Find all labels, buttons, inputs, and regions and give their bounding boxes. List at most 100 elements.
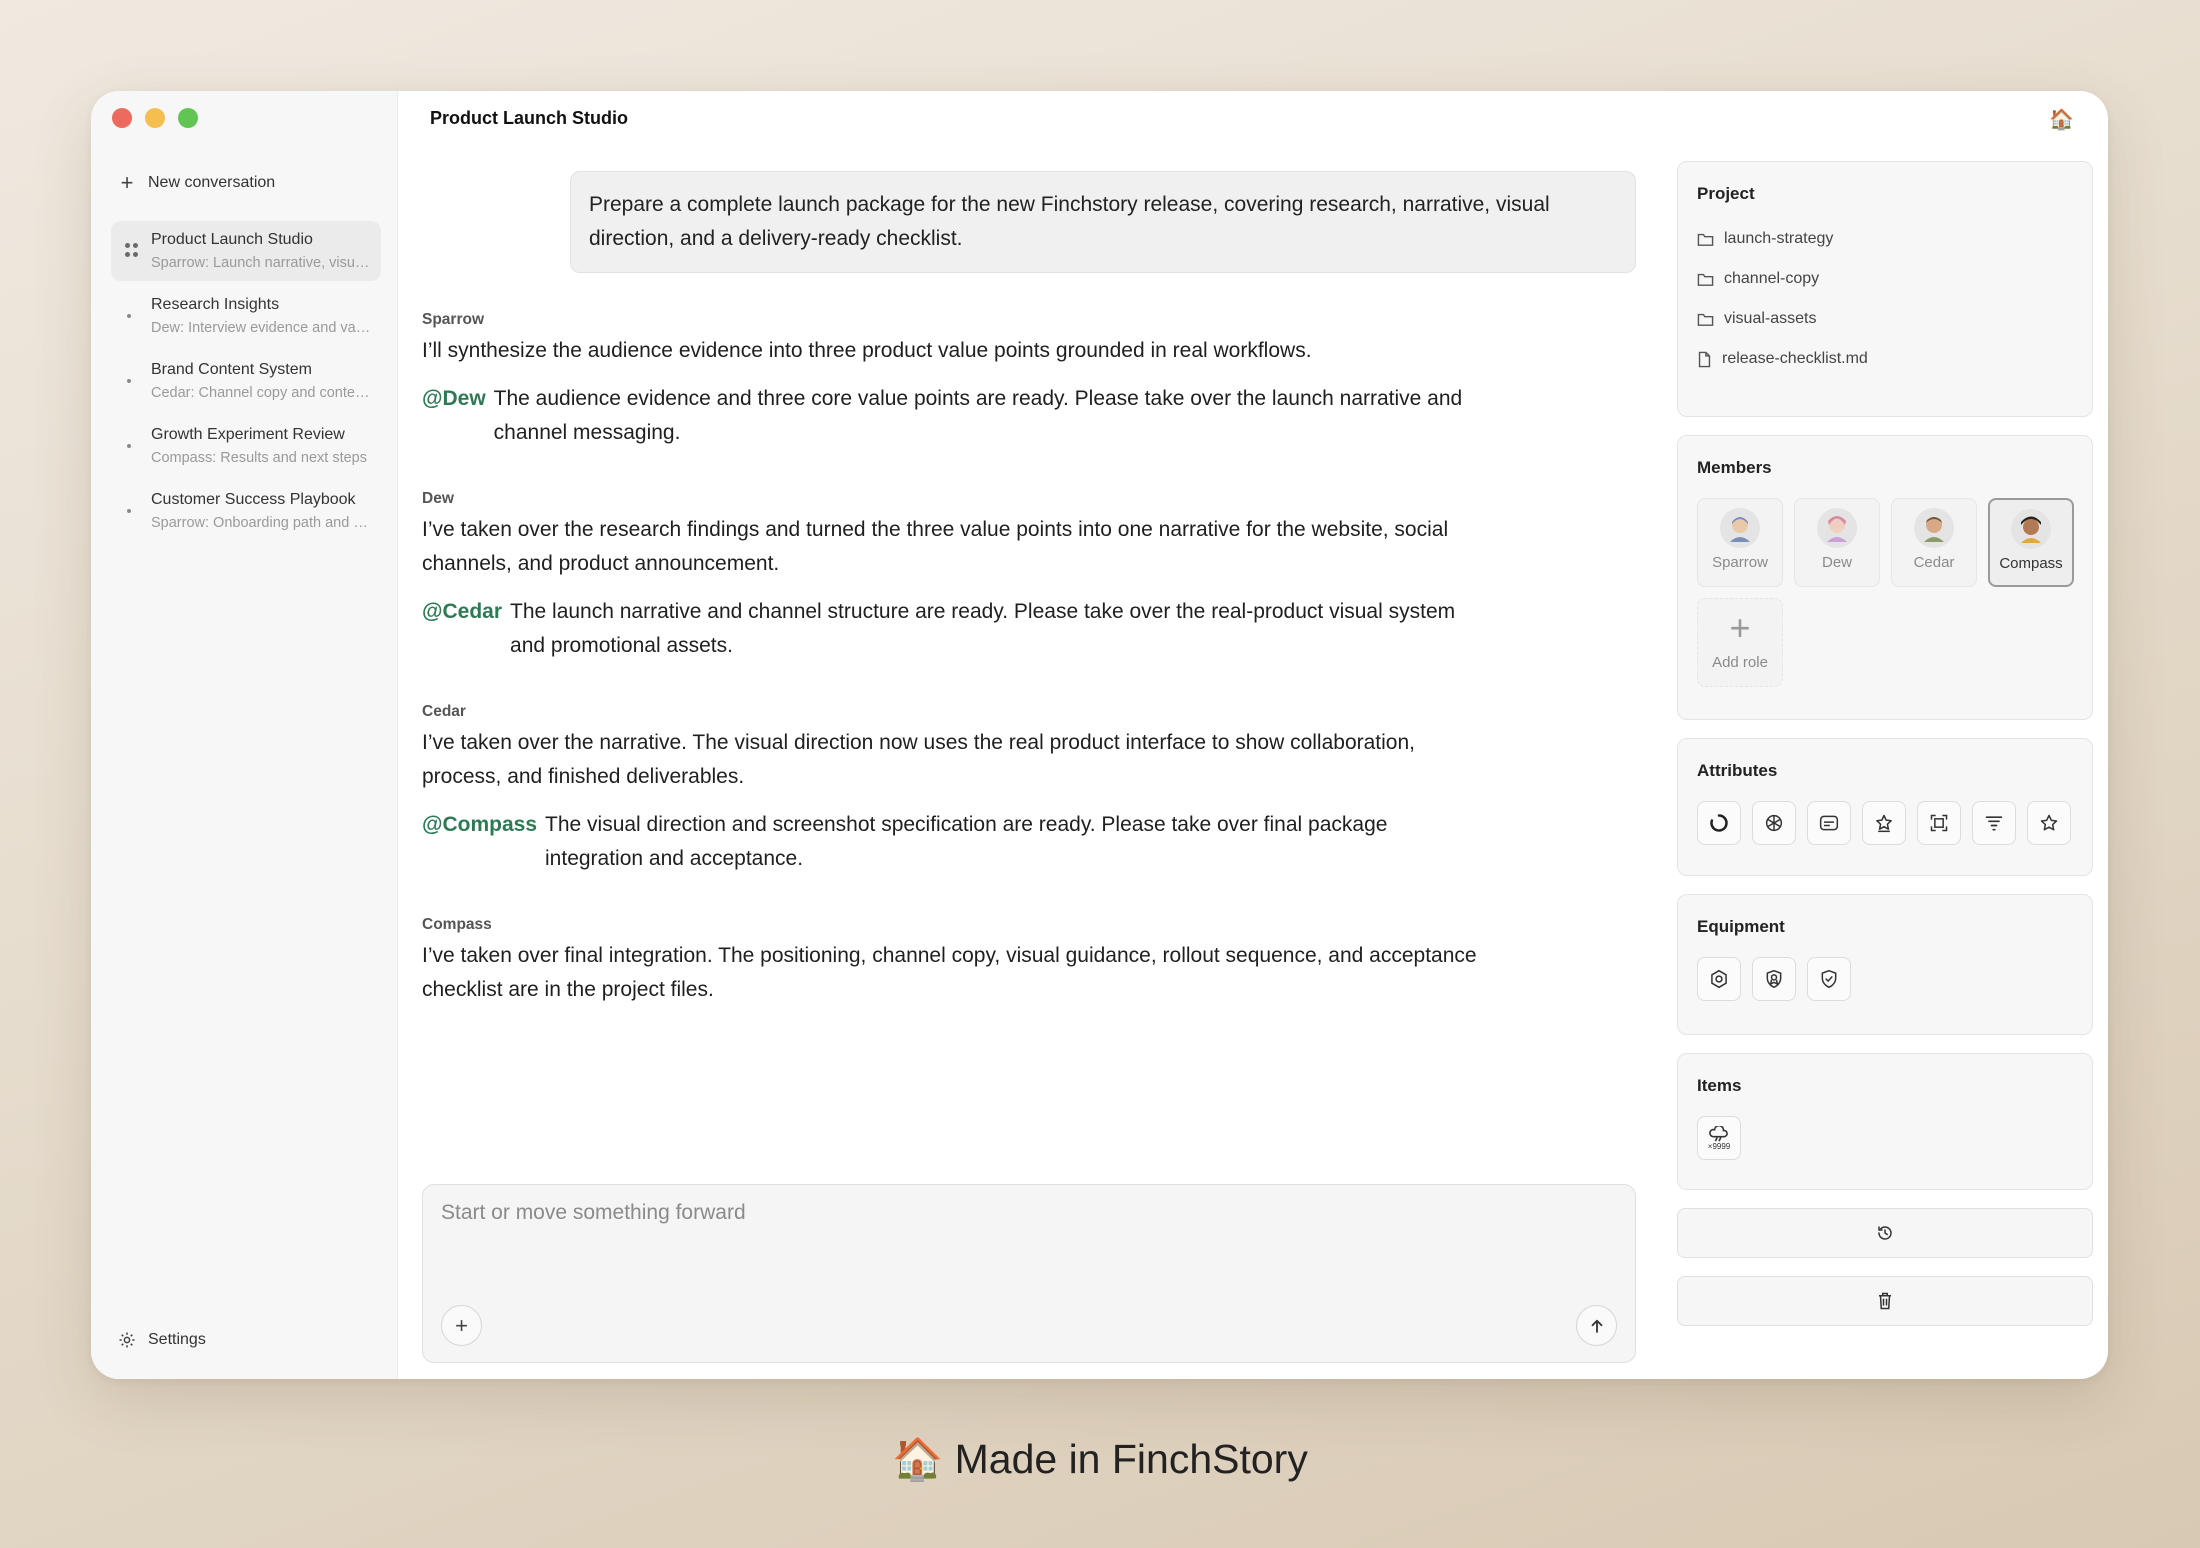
drag-handle-icon[interactable]	[125, 243, 138, 257]
equipment-heading: Equipment	[1697, 917, 1785, 936]
mention-link[interactable]: @Dew	[422, 382, 486, 450]
message-text: I’ve taken over the research findings an…	[422, 518, 1449, 575]
scan-icon[interactable]	[1917, 801, 1961, 845]
member-name: Compass	[1999, 555, 2063, 572]
folder-icon	[1697, 273, 1714, 286]
attributes-heading: Attributes	[1697, 761, 1778, 780]
arrow-up-icon	[1591, 1319, 1602, 1333]
history-icon	[1878, 1226, 1892, 1240]
avatar	[1817, 508, 1857, 548]
project-file-row[interactable]: release-checklist.md	[1697, 350, 2073, 368]
members-card: Members Sparrow Dew Cedar Compass + Add …	[1677, 435, 2093, 720]
message-author: Compass	[422, 916, 492, 933]
conversation-subtitle: Compass: Results and next steps	[151, 450, 367, 466]
add-role-label: Add role	[1712, 654, 1768, 671]
conversation-item[interactable]: Brand Content System Cedar: Channel copy…	[111, 351, 381, 411]
conversation-list: Product Launch Studio Sparrow: Launch na…	[111, 221, 381, 546]
file-name: visual-assets	[1724, 310, 1817, 327]
caption-icon[interactable]	[1807, 801, 1851, 845]
project-file-row[interactable]: visual-assets	[1697, 310, 2073, 328]
message-author: Sparrow	[422, 311, 485, 328]
close-window-button[interactable]	[112, 108, 132, 128]
maximize-window-button[interactable]	[178, 108, 198, 128]
new-conversation-label: New conversation	[148, 174, 276, 191]
conversation-title: Customer Success Playbook	[151, 491, 356, 508]
conversation-item[interactable]: Customer Success Playbook Sparrow: Onboa…	[111, 481, 381, 541]
conversation-subtitle: Cedar: Channel copy and content guide	[151, 385, 371, 401]
attributes-icons	[1697, 801, 2073, 845]
member-card[interactable]: Cedar	[1891, 498, 1977, 587]
file-name: channel-copy	[1724, 270, 1820, 287]
storm-cloud-icon	[1709, 1125, 1728, 1141]
home-icon: 🏠	[892, 1436, 944, 1482]
folder-icon	[1697, 233, 1714, 246]
bullet-icon	[127, 444, 131, 448]
conversation-title: Growth Experiment Review	[151, 426, 345, 443]
made-in-footer: 🏠 Made in FinchStory	[0, 1436, 2200, 1484]
agent-message: Dew I’ve taken over the research finding…	[422, 490, 1482, 663]
history-button[interactable]	[1677, 1208, 2093, 1258]
mention-link[interactable]: @Compass	[422, 808, 537, 876]
trash-icon	[1879, 1292, 1891, 1310]
message-composer[interactable]: Start or move something forward +	[422, 1184, 1636, 1363]
minimize-window-button[interactable]	[145, 108, 165, 128]
avatar	[1914, 508, 1954, 548]
openai-icon[interactable]	[1752, 801, 1796, 845]
conversation-subtitle: Sparrow: Onboarding path and scripts	[151, 515, 371, 531]
conversation-title: Product Launch Studio	[151, 231, 313, 248]
message-text: I’ll synthesize the audience evidence in…	[422, 339, 1312, 362]
storm-cloud-item[interactable]: ×9999	[1697, 1116, 1741, 1160]
project-card: Project launch-strategy channel-copy vis…	[1677, 161, 2093, 417]
plus-icon: +	[120, 170, 134, 195]
avatar	[2011, 509, 2051, 549]
agent-message: Compass I’ve taken over final integratio…	[422, 916, 1482, 1007]
hexagon-shield-icon[interactable]	[1697, 957, 1741, 1001]
project-file-row[interactable]: launch-strategy	[1697, 230, 2073, 248]
star-icon[interactable]	[2027, 801, 2071, 845]
plus-icon: +	[1729, 607, 1751, 648]
items-heading: Items	[1697, 1076, 1742, 1095]
equipment-icons	[1697, 957, 2073, 1001]
mention-link[interactable]: @Cedar	[422, 595, 502, 663]
member-card[interactable]: Compass	[1988, 498, 2074, 587]
handoff-block: @Cedar The launch narrative and channel …	[422, 595, 1482, 663]
members-grid: Sparrow Dew Cedar Compass + Add role	[1697, 498, 2074, 687]
member-name: Sparrow	[1712, 554, 1768, 571]
filter-icon[interactable]	[1972, 801, 2016, 845]
member-name: Cedar	[1913, 554, 1955, 571]
attributes-card: Attributes	[1677, 738, 2093, 876]
message-author: Dew	[422, 490, 454, 507]
loader-icon[interactable]	[1697, 801, 1741, 845]
composer-placeholder[interactable]: Start or move something forward	[441, 1201, 746, 1225]
home-icon[interactable]: 🏠	[2049, 107, 2074, 132]
user-message: Prepare a complete launch package for th…	[570, 171, 1636, 273]
attach-button[interactable]: +	[441, 1305, 482, 1346]
member-card[interactable]: Dew	[1794, 498, 1880, 587]
avatar	[1720, 508, 1760, 548]
shield-badge-icon[interactable]	[1752, 957, 1796, 1001]
bullet-icon	[127, 314, 131, 318]
bullet-icon	[127, 379, 131, 383]
sidebar: + New conversation Product Launch Studio…	[91, 91, 398, 1379]
star-badge-icon[interactable]	[1862, 801, 1906, 845]
conversation-item[interactable]: Growth Experiment Review Compass: Result…	[111, 416, 381, 476]
conversation-item[interactable]: Research Insights Dew: Interview evidenc…	[111, 286, 381, 346]
conversation-subtitle: Dew: Interview evidence and value points	[151, 320, 371, 336]
member-card[interactable]: Sparrow	[1697, 498, 1783, 587]
handoff-text: The visual direction and screenshot spec…	[545, 813, 1388, 870]
items-icons: ×9999	[1697, 1116, 2073, 1160]
project-file-row[interactable]: channel-copy	[1697, 270, 2073, 288]
conversation-item[interactable]: Product Launch Studio Sparrow: Launch na…	[111, 221, 381, 281]
made-in-label: Made in FinchStory	[954, 1436, 1308, 1482]
members-heading: Members	[1697, 458, 1772, 477]
file-icon	[1698, 351, 1711, 367]
send-button[interactable]	[1576, 1305, 1617, 1346]
settings-button[interactable]: Settings	[118, 1331, 206, 1349]
conversation-title: Research Insights	[151, 296, 280, 313]
delete-button[interactable]	[1677, 1276, 2093, 1326]
new-conversation-button[interactable]: + New conversation	[118, 170, 276, 195]
folder-icon	[1697, 313, 1714, 326]
shield-check-icon[interactable]	[1807, 957, 1851, 1001]
add-role-button[interactable]: + Add role	[1697, 598, 1783, 687]
app-window: + New conversation Product Launch Studio…	[91, 91, 2108, 1379]
